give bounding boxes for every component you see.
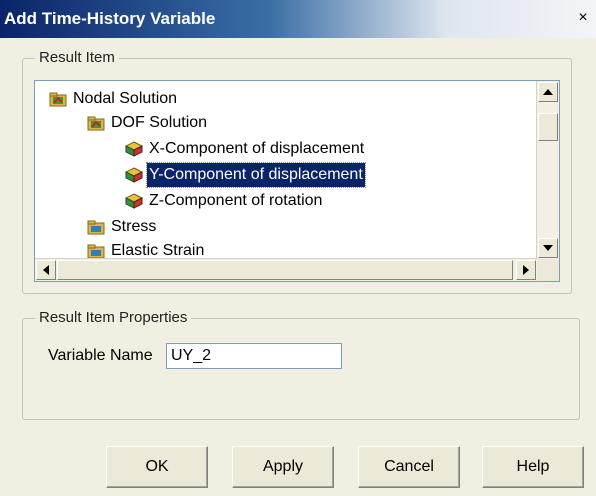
tree-item-stress[interactable]: Stress bbox=[87, 215, 158, 239]
scroll-right-button[interactable] bbox=[516, 260, 536, 280]
tree-item-label: Z-Component of rotation bbox=[149, 192, 323, 209]
arrow-left-icon bbox=[43, 265, 49, 275]
folder-icon bbox=[87, 244, 105, 259]
folder-results-icon bbox=[87, 116, 105, 131]
arrow-up-icon bbox=[543, 89, 553, 95]
tree-item-nodal-solution[interactable]: Nodal Solution bbox=[49, 87, 179, 111]
arrow-right-icon bbox=[523, 265, 529, 275]
title-bar[interactable]: Add Time-History Variable × bbox=[0, 0, 596, 38]
variable-name-input[interactable] bbox=[166, 343, 342, 369]
tree-item-label: DOF Solution bbox=[111, 114, 208, 131]
window-title: Add Time-History Variable bbox=[4, 9, 216, 28]
properties-group: Result Item Properties bbox=[22, 309, 580, 420]
scroll-left-button[interactable] bbox=[36, 260, 56, 280]
vertical-scroll-thumb[interactable] bbox=[538, 113, 558, 141]
tree-item-label: Nodal Solution bbox=[73, 90, 178, 107]
help-button[interactable]: Help bbox=[482, 446, 584, 488]
arrow-down-icon bbox=[543, 245, 553, 251]
tree-item-label: Y-Component of displacement bbox=[146, 162, 366, 188]
variable-name-label: Variable Name bbox=[48, 347, 153, 364]
horizontal-scroll-thumb[interactable] bbox=[57, 260, 513, 280]
result-item-group-label: Result Item bbox=[35, 49, 119, 66]
folder-icon bbox=[87, 220, 105, 235]
cancel-button[interactable]: Cancel bbox=[358, 446, 460, 488]
properties-group-label: Result Item Properties bbox=[35, 309, 192, 326]
folder-results-icon bbox=[49, 92, 67, 107]
tree-item-y-displacement[interactable]: Y-Component of displacement bbox=[125, 162, 366, 188]
result-item-tree[interactable]: Nodal Solution DOF Solution X-Component … bbox=[34, 80, 560, 282]
cube-icon bbox=[125, 167, 143, 183]
close-icon[interactable]: × bbox=[574, 8, 592, 28]
tree-item-z-rotation[interactable]: Z-Component of rotation bbox=[125, 189, 324, 213]
tree-item-x-displacement[interactable]: X-Component of displacement bbox=[125, 137, 366, 161]
tree-item-label: Stress bbox=[111, 218, 157, 235]
scrollbar-corner bbox=[537, 259, 559, 281]
tree-item-label: X-Component of displacement bbox=[149, 140, 365, 157]
scroll-down-button[interactable] bbox=[538, 238, 558, 258]
cube-icon bbox=[125, 193, 143, 209]
cube-icon bbox=[125, 141, 143, 157]
tree-item-dof-solution[interactable]: DOF Solution bbox=[87, 111, 209, 135]
ok-button[interactable]: OK bbox=[106, 446, 208, 488]
scroll-up-button[interactable] bbox=[538, 82, 558, 102]
vertical-scrollbar[interactable] bbox=[536, 81, 559, 259]
horizontal-scrollbar[interactable] bbox=[35, 258, 537, 281]
apply-button[interactable]: Apply bbox=[232, 446, 334, 488]
